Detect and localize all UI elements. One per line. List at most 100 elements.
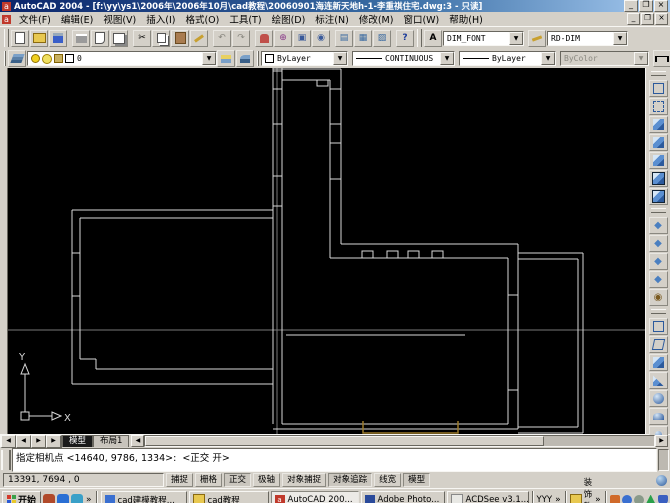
zoom-window-button[interactable]: ▣ — [293, 30, 311, 47]
menu-format[interactable]: 格式(O) — [180, 11, 224, 27]
scroll-right-icon[interactable]: ▶ — [655, 435, 668, 447]
tray-icon-3[interactable] — [634, 495, 644, 503]
save-button[interactable] — [49, 30, 67, 47]
render-scene-button[interactable]: ◆ — [649, 235, 668, 252]
taskbar-item-autocad[interactable]: a AutoCAD 200... — [271, 491, 359, 503]
plot-button[interactable] — [72, 30, 90, 47]
toolbar-overflow-button[interactable] — [653, 50, 670, 67]
toolbar-yyy-label[interactable]: YYY — [537, 495, 553, 503]
layer-freeze-icon[interactable] — [42, 54, 52, 64]
osnap-toggle[interactable]: 对象捕捉 — [282, 473, 326, 487]
quick-launch-chevron-icon[interactable]: » — [85, 495, 93, 503]
menu-view[interactable]: 视图(V) — [98, 11, 141, 27]
taskbar-item-acdsee[interactable]: ACDSee v3.1... — [447, 491, 529, 503]
surfaces-toolbar-grip[interactable] — [651, 309, 666, 314]
surfaces-wedge-button[interactable] — [649, 372, 668, 389]
quick-launch-icon-3[interactable] — [71, 494, 83, 503]
surfaces-sphere-button[interactable] — [649, 390, 668, 407]
tab-layout1[interactable]: 布局1 — [93, 435, 129, 447]
surfaces-dome-button[interactable] — [649, 408, 668, 425]
yyy-chevron-icon[interactable]: » — [554, 495, 562, 503]
shade-gouraud-edges-button[interactable] — [649, 188, 668, 205]
undo-button[interactable]: ↶ — [213, 30, 231, 47]
layer-lock-icon[interactable] — [54, 54, 63, 63]
mdi-restore-button[interactable]: ❐ — [641, 13, 654, 25]
render-hide-button[interactable]: ◆ — [649, 217, 668, 234]
snap-toggle[interactable]: 捕捉 — [166, 473, 193, 487]
dropdown-arrow-icon[interactable]: ▼ — [440, 52, 454, 65]
layer-combo[interactable]: 0 ▼ — [27, 51, 217, 66]
scroll-left-icon[interactable]: ◀ — [131, 435, 144, 447]
document-icon[interactable]: a — [2, 15, 11, 24]
toolbar-deco-label[interactable]: 装饰软件 — [584, 476, 593, 503]
properties-toolbar-grip[interactable] — [257, 51, 259, 66]
render-light-button[interactable]: ◆ — [649, 253, 668, 270]
shade-flat-edges-button[interactable] — [649, 170, 668, 187]
menu-insert[interactable]: 插入(I) — [141, 11, 180, 27]
tray-shield-icon[interactable] — [658, 495, 668, 503]
make-object-layer-current-button[interactable] — [217, 50, 235, 67]
command-window-grip[interactable] — [1, 450, 11, 470]
render-toolbar-grip[interactable] — [651, 208, 666, 213]
publish-button[interactable] — [110, 30, 128, 47]
shade-hidden-button[interactable] — [649, 116, 668, 133]
menu-tools[interactable]: 工具(T) — [224, 11, 266, 27]
layer-manager-button[interactable] — [8, 50, 26, 67]
model-paper-toggle[interactable]: 模型 — [403, 473, 430, 487]
tab-next-button[interactable]: ▶ — [31, 435, 46, 448]
dim-style-combo[interactable]: RD-DIM ▼ — [547, 31, 628, 46]
dropdown-arrow-icon[interactable]: ▼ — [509, 32, 523, 45]
polar-toggle[interactable]: 极轴 — [253, 473, 280, 487]
match-properties-button[interactable] — [190, 30, 208, 47]
linetype-combo[interactable]: CONTINUOUS ▼ — [352, 51, 455, 66]
shade-gouraud-button[interactable] — [649, 152, 668, 169]
tab-prev-button[interactable]: ◀ — [16, 435, 31, 448]
dropdown-arrow-icon[interactable]: ▼ — [541, 52, 555, 65]
minimize-button[interactable]: _ — [624, 0, 638, 12]
open-file-button[interactable] — [30, 30, 48, 47]
grid-toggle[interactable]: 栅格 — [195, 473, 222, 487]
zoom-previous-button[interactable]: ◉ — [312, 30, 330, 47]
properties-palette-button[interactable]: ▤ — [335, 30, 353, 47]
quick-launch-icon-2[interactable] — [57, 494, 69, 503]
command-scrollbar[interactable] — [658, 449, 669, 471]
mdi-close-button[interactable]: × — [655, 13, 668, 25]
menu-file[interactable]: 文件(F) — [14, 11, 56, 27]
menu-edit[interactable]: 编辑(E) — [56, 11, 98, 27]
dropdown-arrow-icon[interactable]: ▼ — [613, 32, 627, 45]
layer-on-icon[interactable] — [31, 54, 40, 63]
surfaces-3d-face-button[interactable] — [649, 336, 668, 353]
cut-button[interactable]: ✂ — [133, 30, 151, 47]
text-style-button[interactable]: A — [424, 30, 442, 47]
quick-launch-icon-1[interactable] — [43, 494, 55, 503]
designcenter-button[interactable]: ▦ — [354, 30, 372, 47]
dropdown-arrow-icon[interactable]: ▼ — [333, 52, 347, 65]
lineweight-combo[interactable]: ByLayer ▼ — [459, 51, 556, 66]
help-button[interactable]: ? — [396, 30, 414, 47]
layer-color-swatch[interactable] — [65, 54, 74, 63]
text-style-combo[interactable]: DIM_FONT ▼ — [443, 31, 524, 46]
tray-icon-4[interactable] — [646, 495, 656, 503]
tool-palettes-button[interactable]: ▨ — [373, 30, 391, 47]
mdi-minimize-button[interactable]: _ — [627, 13, 640, 25]
scrollbar-thumb[interactable] — [145, 436, 544, 446]
scrollbar-track[interactable] — [144, 435, 655, 447]
shade-2d-wireframe-button[interactable] — [649, 80, 668, 97]
taskbar-item-cad-folder[interactable]: cad教程 — [189, 491, 269, 503]
deco-chevron-icon[interactable]: » — [594, 495, 602, 503]
shade-flat-button[interactable] — [649, 134, 668, 151]
copy-button[interactable] — [152, 30, 170, 47]
dropdown-arrow-icon[interactable]: ▼ — [202, 52, 216, 65]
menu-window[interactable]: 窗口(W) — [398, 11, 444, 27]
dim-style-button[interactable] — [528, 30, 546, 47]
menu-draw[interactable]: 绘图(D) — [267, 11, 311, 27]
taskbar-item-cad-modeling[interactable]: cad建模教程... — [101, 491, 187, 503]
redo-button[interactable]: ↷ — [232, 30, 250, 47]
new-file-button[interactable] — [11, 30, 29, 47]
menu-help[interactable]: 帮助(H) — [444, 11, 488, 27]
lineweight-toggle[interactable]: 线宽 — [374, 473, 401, 487]
shade-toolbar-grip[interactable] — [651, 71, 666, 76]
styles-toolbar-grip[interactable] — [417, 29, 422, 47]
tab-last-button[interactable]: ▶ — [46, 435, 62, 448]
render-materials-button[interactable]: ◆ — [649, 271, 668, 288]
